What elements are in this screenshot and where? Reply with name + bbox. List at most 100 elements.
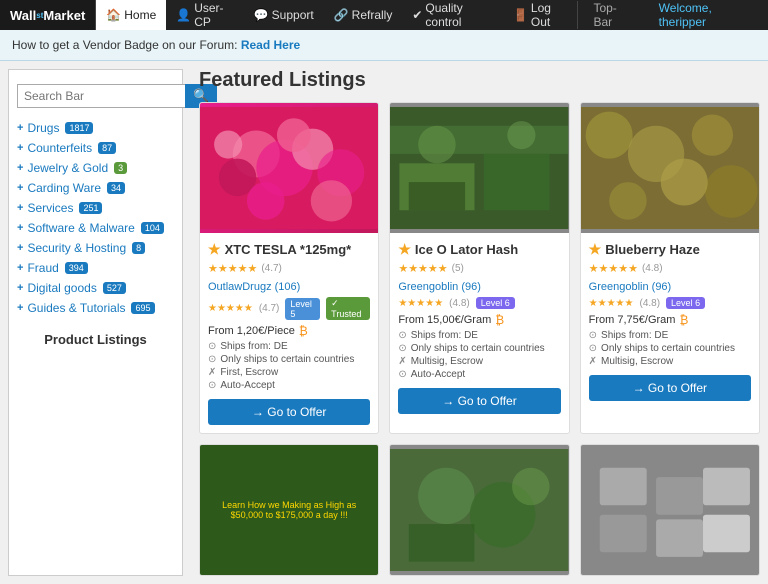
category-badge: 104 (141, 222, 164, 234)
price-row: From 15,00€/Gram ₿ (398, 313, 560, 327)
ships-from-row: ⊙ Ships from: DE (589, 330, 751, 341)
bitcoin-icon: ₿ (299, 324, 308, 338)
listing-body: ★ Blueberry Haze ★★★★★ (4.8) Greengoblin… (581, 233, 759, 409)
auto-accept-row: ⊙ Auto-Accept (398, 369, 560, 380)
globe-icon: ⊙ (398, 343, 406, 354)
ships-to-row: ⊙ Only ships to certain countries (208, 354, 370, 365)
listing-image: Learn How we Making as High as $50,000 t… (200, 445, 378, 575)
category-jewelry[interactable]: Jewelry & Gold (27, 161, 108, 175)
listing-card: ★ XTC TESLA *125mg* ★★★★★ (4.7) OutlawDr… (199, 102, 379, 434)
listing-image (200, 103, 378, 233)
seller-stars-icon: ★★★★★ (589, 298, 634, 309)
category-badge: 251 (79, 202, 102, 214)
escrow-icon: ✗ (208, 367, 216, 378)
ships-from-row: ⊙ Ships from: DE (398, 330, 560, 341)
ships-from-row: ⊙ Ships from: DE (208, 341, 370, 352)
category-counterfeits[interactable]: Counterfeits (27, 141, 92, 155)
price-row: From 1,20€/Piece ₿ (208, 324, 370, 338)
support-icon: 💬 (254, 8, 269, 22)
list-item: + Services 251 (9, 198, 182, 218)
main-content: Featured Listings (191, 61, 768, 584)
listing-card: ★ Ice O Lator Hash ★★★★★ (5) Greengoblin… (389, 102, 569, 434)
auto-accept-icon: ⊙ (398, 369, 406, 380)
category-carding[interactable]: Carding Ware (27, 181, 101, 195)
expand-icon: + (17, 122, 23, 134)
globe-icon: ⊙ (589, 343, 597, 354)
list-item: + Jewelry & Gold 3 (9, 158, 182, 178)
listing-image (581, 103, 759, 233)
category-software[interactable]: Software & Malware (27, 221, 134, 235)
featured-star-icon: ★ (208, 241, 221, 258)
level-badge: Level 6 (666, 297, 705, 309)
category-services[interactable]: Services (27, 201, 73, 215)
escrow-row: ✗ Multisig, Escrow (589, 356, 751, 367)
category-badge: 527 (103, 282, 126, 294)
category-digital[interactable]: Digital goods (27, 281, 96, 295)
category-list: + Drugs 1817 + Counterfeits 87 + Jewelry… (9, 114, 182, 322)
user-icon: 👤 (176, 8, 191, 22)
escrow-icon: ✗ (398, 356, 406, 367)
nav-user-cp[interactable]: 👤 User-CP (166, 0, 243, 30)
read-here-link[interactable]: Read Here (241, 38, 300, 52)
bitcoin-icon: ₿ (495, 313, 504, 327)
listing-image (390, 445, 568, 575)
search-input[interactable] (17, 84, 185, 108)
seller-row: Greengoblin (96) (398, 281, 560, 293)
category-security[interactable]: Security & Hosting (27, 241, 126, 255)
expand-icon: + (17, 162, 23, 174)
rating-row: ★★★★★ (4.7) (208, 262, 370, 275)
ships-to-row: ⊙ Only ships to certain countries (589, 343, 751, 354)
go-to-offer-button[interactable]: → Go to Offer (589, 375, 751, 401)
seller-link[interactable]: OutlawDrugz (106) (208, 281, 300, 293)
listing-body: ★ Ice O Lator Hash ★★★★★ (5) Greengoblin… (390, 233, 568, 422)
nav-home[interactable]: 🏠 Home (96, 0, 166, 30)
trusted-badge: ✓ Trusted (326, 297, 370, 320)
category-badge: 695 (131, 302, 154, 314)
stars-icon: ★★★★★ (398, 262, 447, 275)
expand-icon: + (17, 222, 23, 234)
category-badge: 3 (114, 162, 127, 174)
auto-accept-icon: ⊙ (208, 380, 216, 391)
listing-image (390, 103, 568, 233)
nav-support[interactable]: 💬 Support (244, 0, 324, 30)
seller-row: OutlawDrugz (106) (208, 281, 370, 293)
seller-link[interactable]: Greengoblin (96) (589, 281, 672, 293)
seller-rating-row: ★★★★★ (4.7) Level 5 ✓ Trusted (208, 297, 370, 320)
logo-suffix: Market (43, 8, 85, 23)
listing-title: ★ Ice O Lator Hash (398, 241, 560, 258)
list-item: + Carding Ware 34 (9, 178, 182, 198)
listing-body: ★ XTC TESLA *125mg* ★★★★★ (4.7) OutlawDr… (200, 233, 378, 433)
category-badge: 8 (132, 242, 145, 254)
listing-title: ★ XTC TESLA *125mg* (208, 241, 370, 258)
bitcoin-icon: ₿ (679, 313, 688, 327)
list-item: + Digital goods 527 (9, 278, 182, 298)
featured-star-icon: ★ (589, 241, 602, 258)
category-badge: 87 (98, 142, 116, 154)
category-drugs[interactable]: Drugs (27, 121, 59, 135)
location-icon: ⊙ (398, 330, 406, 341)
listing-card-bottom-3 (580, 444, 760, 576)
category-fraud[interactable]: Fraud (27, 261, 58, 275)
nav-quality-control[interactable]: ✔ Quality control (402, 0, 503, 30)
logo: Wallst Market (0, 0, 96, 30)
listing-card-bottom-2 (389, 444, 569, 576)
escrow-row: ✗ First, Escrow (208, 367, 370, 378)
username: theripper (659, 15, 706, 29)
nav-refrally[interactable]: 🔗 Refrally (324, 0, 403, 30)
seller-link[interactable]: Greengoblin (96) (398, 281, 481, 293)
category-guides[interactable]: Guides & Tutorials (27, 301, 125, 315)
nav-logout[interactable]: 🚪 Log Out (503, 0, 577, 30)
category-badge: 34 (107, 182, 125, 194)
link-icon: 🔗 (334, 8, 349, 22)
main-layout: 🔍 + Drugs 1817 + Counterfeits 87 + Jewel… (0, 61, 768, 584)
location-icon: ⊙ (208, 341, 216, 352)
go-to-offer-button[interactable]: → Go to Offer (208, 399, 370, 425)
go-to-offer-button[interactable]: → Go to Offer (398, 388, 560, 414)
home-icon: 🏠 (106, 8, 121, 22)
logo-super: st (36, 11, 43, 20)
listing-image-text: Learn How we Making as High as $50,000 t… (210, 455, 368, 565)
logout-icon: 🚪 (513, 8, 528, 22)
price-row: From 7,75€/Gram ₿ (589, 313, 751, 327)
ships-to-row: ⊙ Only ships to certain countries (398, 343, 560, 354)
level-badge: Level 5 (285, 298, 320, 320)
